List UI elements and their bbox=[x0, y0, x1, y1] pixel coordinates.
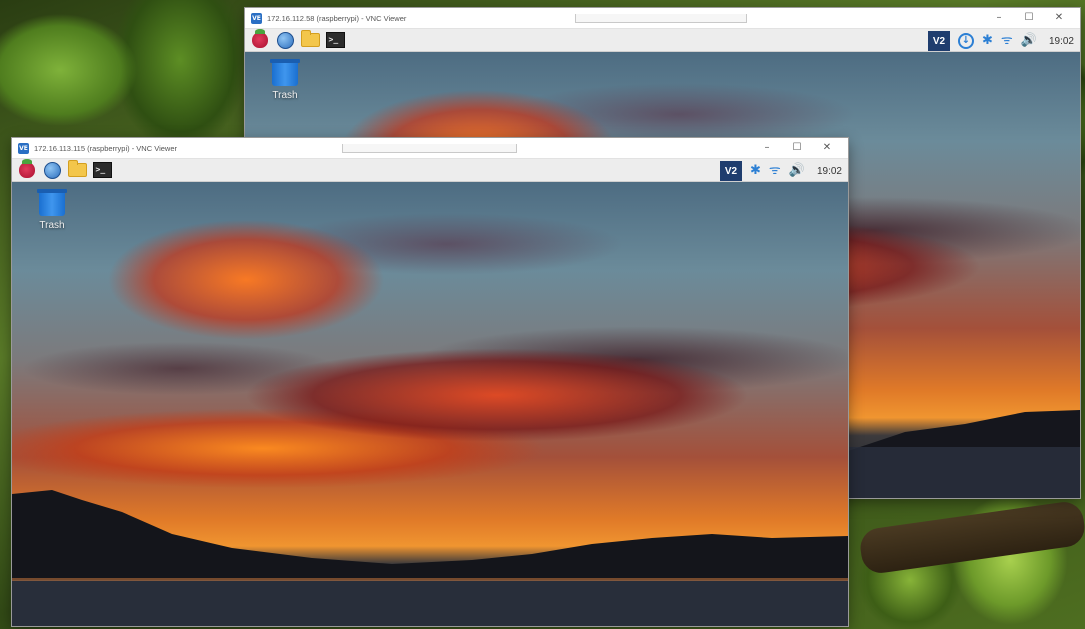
system-tray: V2 ↓ ✱ ᯤ 🔊 19:02 bbox=[928, 29, 1074, 53]
trash-label: Trash bbox=[272, 90, 298, 101]
update-download-icon[interactable]: ↓ bbox=[958, 33, 974, 49]
bluetooth-icon[interactable]: ✱ bbox=[750, 159, 761, 183]
vnc-toolbar-dropdown-tab[interactable] bbox=[575, 14, 747, 23]
vnc-server-tray-icon[interactable]: V2 bbox=[928, 31, 950, 51]
close-button[interactable]: ✕ bbox=[1044, 8, 1074, 28]
maximize-button[interactable]: ☐ bbox=[782, 138, 812, 158]
close-button[interactable]: ✕ bbox=[812, 138, 842, 158]
maximize-button[interactable]: ☐ bbox=[1014, 8, 1044, 28]
terminal-icon[interactable]: >_ bbox=[325, 30, 345, 50]
vnc-viewer-app-icon: VE bbox=[18, 142, 29, 154]
wifi-icon[interactable]: ᯤ bbox=[1001, 29, 1013, 53]
titlebar[interactable]: VE 172.16.113.115 (raspberrypi) - VNC Vi… bbox=[12, 138, 848, 158]
window-title: 172.16.112.58 (raspberrypi) - VNC Viewer bbox=[267, 13, 407, 23]
clock[interactable]: 19:02 bbox=[1049, 36, 1074, 47]
raspberry-pi-taskbar: >_ V2 ✱ ᯤ 🔊 19:02 bbox=[12, 158, 848, 182]
trash-desktop-icon[interactable]: Trash bbox=[265, 59, 305, 101]
trash-icon bbox=[270, 59, 300, 86]
terminal-glyph: >_ bbox=[325, 32, 345, 48]
vnc-toolbar-dropdown-tab[interactable] bbox=[342, 144, 517, 153]
file-manager-folder-icon[interactable] bbox=[67, 160, 87, 180]
mountain-silhouette bbox=[12, 490, 848, 626]
minimize-button[interactable]: – bbox=[984, 8, 1014, 28]
window-controls: – ☐ ✕ bbox=[752, 138, 842, 158]
raspberry-pi-taskbar: >_ V2 ↓ ✱ ᯤ 🔊 19:02 bbox=[245, 28, 1080, 52]
vnc-window-front[interactable]: VE 172.16.113.115 (raspberrypi) - VNC Vi… bbox=[12, 138, 848, 626]
wifi-icon[interactable]: ᯤ bbox=[769, 159, 781, 183]
system-tray: V2 ✱ ᯤ 🔊 19:02 bbox=[720, 159, 842, 183]
browser-globe-icon[interactable] bbox=[42, 160, 62, 180]
pi-desktop-wallpaper: Trash bbox=[12, 182, 848, 626]
terminal-glyph: >_ bbox=[92, 162, 112, 178]
terminal-icon[interactable]: >_ bbox=[92, 160, 112, 180]
trash-icon bbox=[37, 189, 67, 216]
bluetooth-icon[interactable]: ✱ bbox=[982, 29, 993, 53]
window-title: 172.16.113.115 (raspberrypi) - VNC Viewe… bbox=[34, 143, 177, 153]
trash-label: Trash bbox=[39, 220, 65, 231]
trash-desktop-icon[interactable]: Trash bbox=[32, 189, 72, 231]
raspberry-menu-icon[interactable] bbox=[250, 29, 270, 50]
file-manager-folder-icon[interactable] bbox=[300, 30, 320, 50]
wallpaper-branch bbox=[857, 499, 1085, 576]
clock[interactable]: 19:02 bbox=[817, 166, 842, 177]
volume-icon[interactable]: 🔊 bbox=[789, 159, 805, 183]
minimize-button[interactable]: – bbox=[752, 138, 782, 158]
vnc-viewer-app-icon: VE bbox=[251, 12, 262, 24]
browser-globe-icon[interactable] bbox=[275, 30, 295, 50]
vnc-server-tray-icon[interactable]: V2 bbox=[720, 161, 742, 181]
volume-icon[interactable]: 🔊 bbox=[1021, 29, 1037, 53]
window-controls: – ☐ ✕ bbox=[984, 8, 1074, 28]
titlebar[interactable]: VE 172.16.112.58 (raspberrypi) - VNC Vie… bbox=[245, 8, 1080, 28]
raspberry-menu-icon[interactable] bbox=[17, 159, 37, 180]
